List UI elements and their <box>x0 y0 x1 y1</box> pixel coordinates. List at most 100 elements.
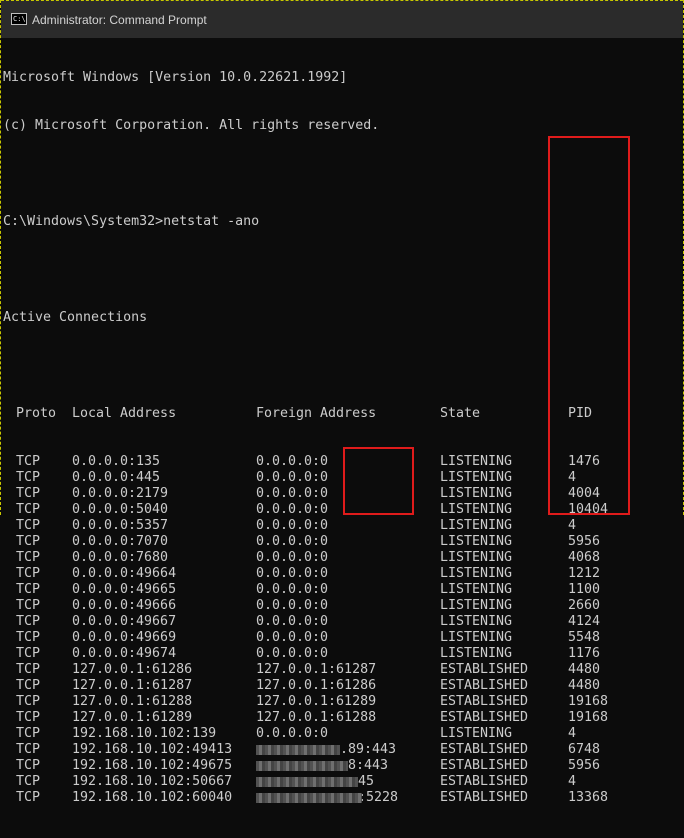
cell-local-address: 127.0.0.1:61286 <box>72 662 193 677</box>
cell-pid: 6748 <box>568 742 601 757</box>
cell-proto: TCP <box>16 646 41 661</box>
cell-foreign-address: 0.0.0.0:0 <box>256 598 329 613</box>
cell-foreign-address: 127.0.0.1:61288 <box>256 710 377 725</box>
cell-foreign-address: 0.0.0.0:0 <box>256 614 329 629</box>
cell-proto: TCP <box>16 662 41 677</box>
cell-foreign-address: 8:443 <box>348 758 389 773</box>
cell-pid: 5548 <box>568 630 601 645</box>
title-bar[interactable]: C:\ Administrator: Command Prompt <box>1 0 683 38</box>
cell-foreign-address: 0.0.0.0:0 <box>256 454 329 469</box>
cell-proto: TCP <box>16 726 41 741</box>
cell-foreign-address: 0.0.0.0:0 <box>256 486 329 501</box>
cell-local-address: 127.0.0.1:61289 <box>72 710 193 725</box>
section-title: Active Connections <box>3 310 148 325</box>
table-row: TCP 0.0.0.0:49667 0.0.0.0:0 LISTENING 4124 <box>3 614 683 630</box>
cell-pid: 10404 <box>568 502 609 517</box>
table-header: Proto Local Address Foreign Address Stat… <box>3 406 683 422</box>
table-row: TCP 0.0.0.0:49674 0.0.0.0:0 LISTENING 1176 <box>3 646 683 662</box>
cell-state: ESTABLISHED <box>440 774 529 789</box>
cell-foreign-address: 0.0.0.0:0 <box>256 502 329 517</box>
cell-local-address: 0.0.0.0:2179 <box>72 486 169 501</box>
cell-state: LISTENING <box>440 598 513 613</box>
header-proto: Proto <box>16 406 57 421</box>
cell-proto: TCP <box>16 614 41 629</box>
cell-local-address: 0.0.0.0:5357 <box>72 518 169 533</box>
window-title: Administrator: Command Prompt <box>32 13 207 27</box>
table-row: TCP 192.168.10.102:60040:5228 ESTABLISHED 1… <box>3 790 683 806</box>
banner-line: Microsoft Windows [Version 10.0.22621.19… <box>3 70 348 85</box>
table-row: TCP 0.0.0.0:135 0.0.0.0:0 LISTENING 1476 <box>3 454 683 470</box>
console-output[interactable]: Microsoft Windows [Version 10.0.22621.19… <box>3 38 683 805</box>
cell-state: ESTABLISHED <box>440 790 529 805</box>
cell-proto: TCP <box>16 582 41 597</box>
cell-local-address: 0.0.0.0:7680 <box>72 550 169 565</box>
cell-pid: 1476 <box>568 454 601 469</box>
cell-local-address: 0.0.0.0:49667 <box>72 614 177 629</box>
cell-proto: TCP <box>16 534 41 549</box>
redacted-ip-blur <box>256 793 362 803</box>
table-row: TCP 192.168.10.102:50667 45 ESTABLISHED 4 <box>3 774 683 790</box>
table-row: TCP 0.0.0.0:7680 0.0.0.0:0 LISTENING 4068 <box>3 550 683 566</box>
cell-state: ESTABLISHED <box>440 742 529 757</box>
cell-pid: 5956 <box>568 534 601 549</box>
table-row: TCP 192.168.10.102:49413 .89:443 ESTABLISHE… <box>3 742 683 758</box>
cell-pid: 4004 <box>568 486 601 501</box>
cell-state: LISTENING <box>440 582 513 597</box>
cell-foreign-address: 0.0.0.0:0 <box>256 518 329 533</box>
cell-pid: 13368 <box>568 790 609 805</box>
cell-local-address: 0.0.0.0:445 <box>72 470 161 485</box>
cell-pid: 4 <box>568 518 577 533</box>
cell-foreign-address: 127.0.0.1:61286 <box>256 678 377 693</box>
cell-state: LISTENING <box>440 534 513 549</box>
cell-pid: 4480 <box>568 678 601 693</box>
cell-foreign-address: 0.0.0.0:0 <box>256 582 329 597</box>
cell-state: LISTENING <box>440 486 513 501</box>
header-local-address: Local Address <box>72 406 177 421</box>
cell-state: LISTENING <box>440 518 513 533</box>
cell-local-address: 127.0.0.1:61287 <box>72 678 193 693</box>
cell-local-address: 192.168.10.102:49675 <box>72 758 233 773</box>
cell-state: ESTABLISHED <box>440 678 529 693</box>
cell-state: LISTENING <box>440 646 513 661</box>
cell-local-address: 127.0.0.1:61288 <box>72 694 193 709</box>
cell-proto: TCP <box>16 790 41 805</box>
header-pid: PID <box>568 406 593 421</box>
cell-proto: TCP <box>16 566 41 581</box>
table-row: TCP 0.0.0.0:5040 0.0.0.0:0 LISTENING 10404 <box>3 502 683 518</box>
cell-state: LISTENING <box>440 502 513 517</box>
cell-foreign-address: :5228 <box>358 790 399 805</box>
cell-pid: 2660 <box>568 598 601 613</box>
cell-state: ESTABLISHED <box>440 662 529 677</box>
cell-state: LISTENING <box>440 614 513 629</box>
cell-proto: TCP <box>16 630 41 645</box>
cell-foreign-address: 0.0.0.0:0 <box>256 470 329 485</box>
cell-local-address: 192.168.10.102:49413 <box>72 742 233 757</box>
cell-foreign-address: 0.0.0.0:0 <box>256 566 329 581</box>
cell-foreign-address: 0.0.0.0:0 <box>256 550 329 565</box>
cell-state: LISTENING <box>440 470 513 485</box>
cell-state: ESTABLISHED <box>440 758 529 773</box>
banner-line: (c) Microsoft Corporation. All rights re… <box>3 118 380 133</box>
table-row: TCP 0.0.0.0:7070 0.0.0.0:0 LISTENING 5956 <box>3 534 683 550</box>
cell-local-address: 0.0.0.0:135 <box>72 454 161 469</box>
cell-foreign-address: 0.0.0.0:0 <box>256 646 329 661</box>
cell-proto: TCP <box>16 678 41 693</box>
cell-foreign-address: 45 <box>358 774 375 789</box>
cell-local-address: 192.168.10.102:139 <box>72 726 217 741</box>
cell-pid: 5956 <box>568 758 601 773</box>
cell-pid: 1100 <box>568 582 601 597</box>
cell-pid: 19168 <box>568 710 609 725</box>
table-row: TCP 192.168.10.102:139 0.0.0.0:0 LISTENING 4 <box>3 726 683 742</box>
cell-foreign-address: 0.0.0.0:0 <box>256 726 329 741</box>
connections-table: TCP 0.0.0.0:135 0.0.0.0:0 LISTENING 1476 TCP 0… <box>3 454 683 806</box>
redacted-ip-blur <box>256 745 340 755</box>
cell-local-address: 0.0.0.0:49665 <box>72 582 177 597</box>
table-row: TCP 0.0.0.0:49666 0.0.0.0:0 LISTENING 2660 <box>3 598 683 614</box>
table-row: TCP 127.0.0.1:61286 127.0.0.1:61287 ESTABLI… <box>3 662 683 678</box>
header-state: State <box>440 406 481 421</box>
cell-proto: TCP <box>16 454 41 469</box>
cell-proto: TCP <box>16 550 41 565</box>
cell-state: ESTABLISHED <box>440 694 529 709</box>
table-row: TCP 0.0.0.0:2179 0.0.0.0:0 LISTENING 4004 <box>3 486 683 502</box>
cell-foreign-address: 0.0.0.0:0 <box>256 630 329 645</box>
